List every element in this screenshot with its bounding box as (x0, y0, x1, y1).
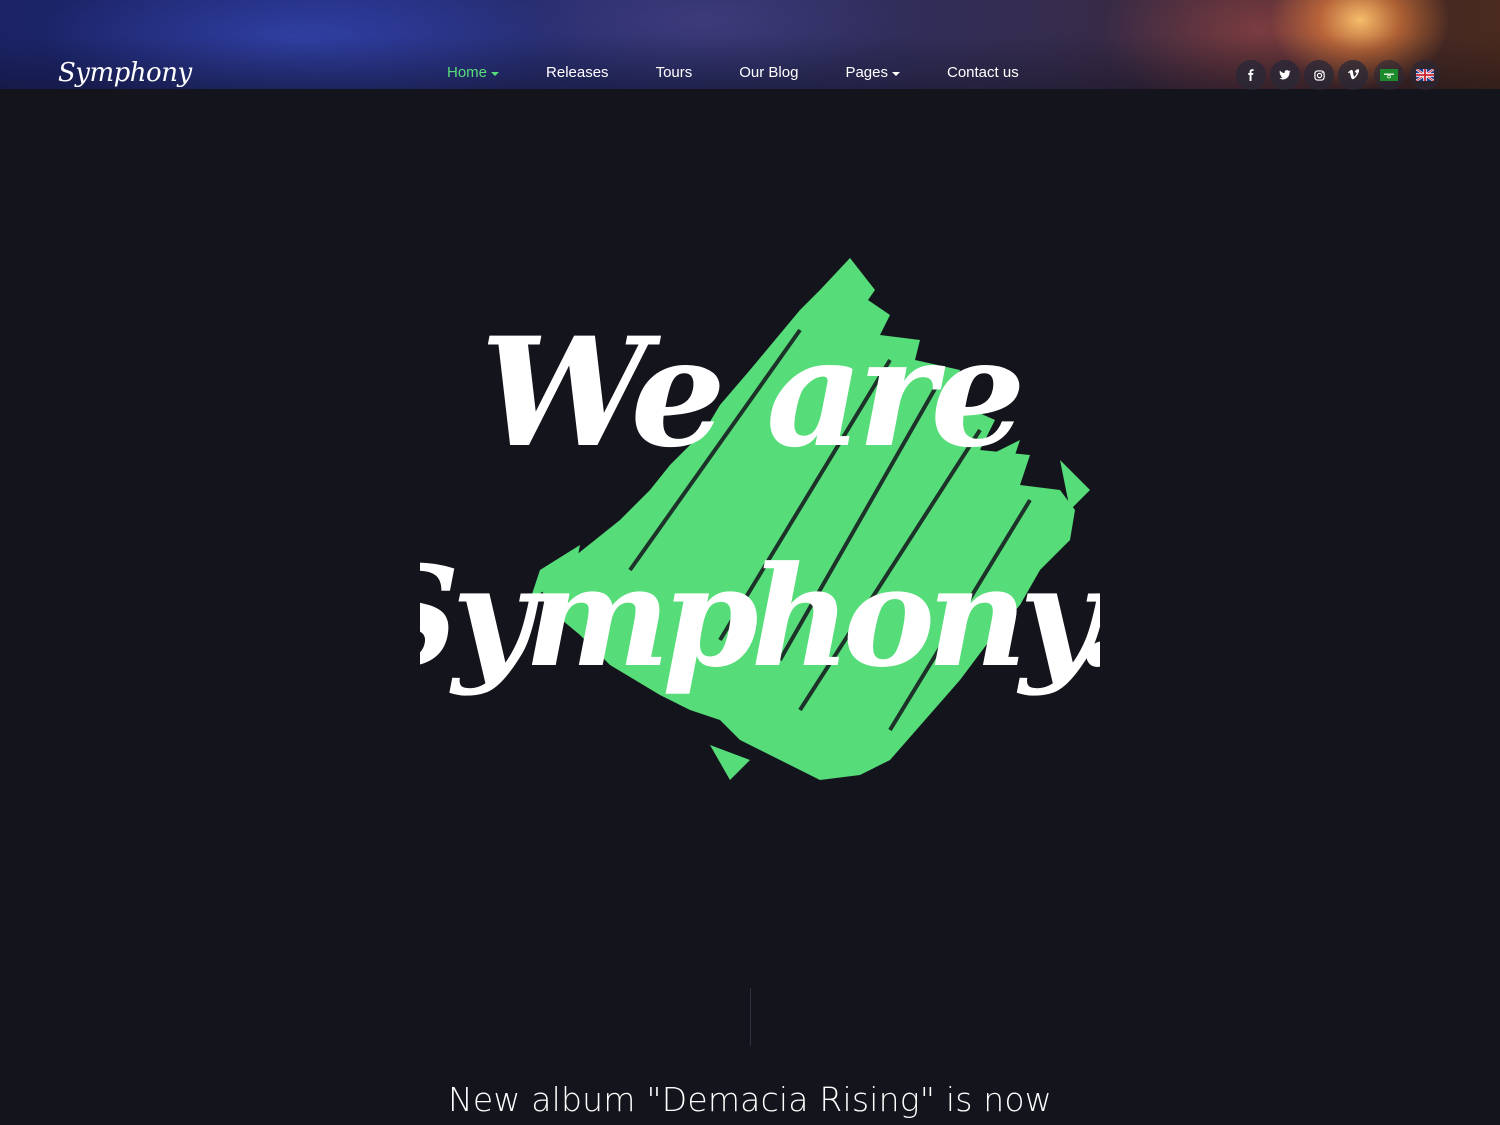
facebook-icon[interactable] (1236, 60, 1266, 90)
twitter-icon[interactable] (1270, 60, 1300, 90)
arabic-flag-icon[interactable] (1374, 60, 1404, 90)
nav-item-tours[interactable]: Tours (656, 64, 693, 81)
nav-item-label: Tours (655, 64, 693, 81)
nav-item-label: Pages (845, 64, 888, 81)
scroll-divider-line (750, 988, 751, 1046)
hero-artwork: We are Symphony. (420, 258, 1100, 780)
site-logo[interactable]: Symphony (58, 58, 192, 88)
nav-item-contact-us[interactable]: Contact us (947, 64, 1019, 81)
nav-item-label: Releases (546, 64, 609, 81)
main-navigation: Home Releases Tours Our Blog Pages Conta… (447, 64, 1066, 81)
nav-item-home[interactable]: Home (447, 64, 500, 81)
nav-item-label: Home (447, 64, 488, 81)
hero-title-line-2: Symphony. (420, 535, 1100, 698)
nav-item-releases[interactable]: Releases (546, 64, 609, 81)
uk-flag-icon[interactable] (1410, 60, 1440, 90)
nav-item-label: Our Blog (739, 64, 799, 81)
hero-title-line-1: We are (480, 305, 1020, 481)
nav-item-our-blog[interactable]: Our Blog (739, 64, 798, 81)
instagram-icon[interactable] (1304, 60, 1334, 90)
vimeo-icon[interactable] (1338, 60, 1368, 90)
nav-item-pages[interactable]: Pages (845, 64, 900, 81)
nav-item-label: Contact us (947, 64, 1019, 81)
album-announcement: New album "Demacia Rising" is now (447, 1080, 1053, 1119)
social-links (1236, 60, 1444, 90)
caret-down-icon (892, 71, 900, 76)
caret-down-icon (491, 71, 500, 76)
